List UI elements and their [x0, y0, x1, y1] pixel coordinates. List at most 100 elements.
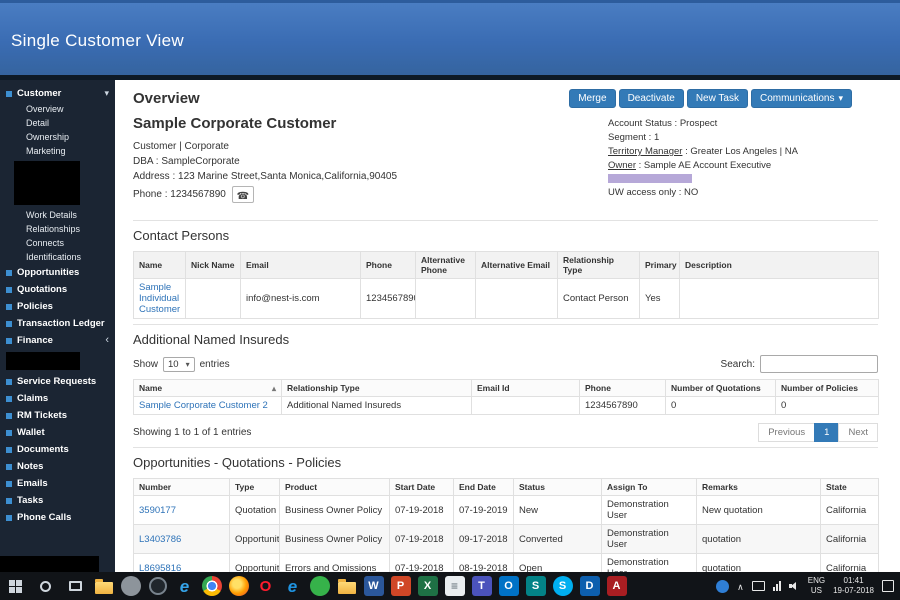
column-header-name[interactable]: Name	[133, 379, 282, 397]
bullet-icon	[6, 463, 12, 470]
call-button[interactable]	[231, 186, 254, 203]
column-header-product[interactable]: Product	[279, 478, 390, 496]
network-icon[interactable]	[772, 581, 781, 591]
sidebar-item-transaction-ledger[interactable]: Transaction Ledger	[0, 315, 115, 332]
column-header-remarks[interactable]: Remarks	[696, 478, 821, 496]
column-header-status[interactable]: Status	[513, 478, 602, 496]
action-center-icon[interactable]	[882, 580, 894, 592]
owner-link[interactable]: Owner	[608, 160, 636, 171]
firefox-icon[interactable]	[225, 572, 252, 600]
word-icon[interactable]: W	[360, 572, 387, 600]
segment: Segment : 1	[608, 132, 660, 143]
sidebar-item-phone-calls[interactable]: Phone Calls	[0, 509, 115, 526]
teams-icon[interactable]: T	[468, 572, 495, 600]
hidden-icons-chevron[interactable]	[737, 577, 744, 595]
skype-icon[interactable]: S	[549, 572, 576, 600]
sidebar-item-tasks[interactable]: Tasks	[0, 492, 115, 509]
onedrive-icon[interactable]: D	[576, 572, 603, 600]
icon-glyph: W	[363, 576, 384, 596]
sidebar-item-documents[interactable]: Documents	[0, 441, 115, 458]
icon-glyph: e	[287, 576, 298, 596]
start-button[interactable]	[0, 572, 30, 600]
sidebar-item-service-requests[interactable]: Service Requests	[0, 373, 115, 390]
icon-glyph: S	[525, 576, 546, 596]
notepad-icon[interactable]: ≡	[441, 572, 468, 600]
cell-number: L8695816	[133, 553, 230, 573]
column-header-relationship-type[interactable]: Relationship Type	[281, 379, 472, 397]
sidebar-item-quotations[interactable]: Quotations	[0, 281, 115, 298]
record-number-link[interactable]: L3403786	[139, 534, 181, 545]
folder-icon[interactable]	[333, 572, 360, 600]
main-content: Overview Merge Deactivate New Task Commu…	[115, 80, 900, 572]
sidebar-item-detail[interactable]: Detail	[0, 116, 115, 130]
task-view-button[interactable]	[60, 572, 90, 600]
previous-page-button[interactable]: Previous	[758, 423, 816, 442]
sidebar-item-ownership[interactable]: Ownership	[0, 130, 115, 144]
powerpoint-icon[interactable]: P	[387, 572, 414, 600]
column-header-end-date[interactable]: End Date	[453, 478, 514, 496]
clock[interactable]: 01:41 19-07-2018	[833, 576, 874, 596]
sidebar-item-marketing[interactable]: Marketing	[0, 144, 115, 158]
search-input[interactable]	[760, 355, 878, 373]
sidebar-item-rm-tickets[interactable]: RM Tickets	[0, 407, 115, 424]
cell-primary: Yes	[639, 278, 680, 319]
search-button[interactable]	[30, 572, 60, 600]
sidebar-item-emails[interactable]: Emails	[0, 475, 115, 492]
named-insured-link[interactable]: Sample Corporate Customer 2	[139, 400, 268, 411]
territory-manager-link[interactable]: Territory Manager	[608, 146, 682, 157]
cell-status: Converted	[513, 524, 602, 554]
opera-icon[interactable]: O	[252, 572, 279, 600]
page-1-button[interactable]: 1	[814, 423, 840, 442]
sidebar-item-work-details[interactable]: Work Details	[0, 208, 115, 222]
new-task-button[interactable]: New Task	[686, 89, 748, 108]
settings-icon[interactable]	[117, 572, 144, 600]
page-size-select[interactable]: 10	[163, 356, 195, 372]
edge-icon[interactable]: e	[279, 572, 306, 600]
language-indicator[interactable]: ENG US	[808, 576, 825, 596]
column-header-number[interactable]: Number	[133, 478, 230, 496]
entries-label: entries	[199, 358, 230, 370]
excel-icon[interactable]: X	[414, 572, 441, 600]
sharepoint-icon[interactable]: S	[522, 572, 549, 600]
chrome-icon[interactable]	[198, 572, 225, 600]
next-page-button[interactable]: Next	[838, 423, 878, 442]
column-header-type[interactable]: Type	[229, 478, 280, 496]
volume-icon[interactable]	[788, 581, 800, 591]
sidebar-item-customer[interactable]: Customer	[0, 85, 115, 102]
media-player-icon[interactable]	[144, 572, 171, 600]
acrobat-icon[interactable]: A	[603, 572, 630, 600]
sidebar-item-policies[interactable]: Policies	[0, 298, 115, 315]
contact-name-link[interactable]: Sample Individual Customer	[139, 282, 180, 315]
sidebar-item-claims[interactable]: Claims	[0, 390, 115, 407]
cell-number: L3403786	[133, 524, 230, 554]
outlook-icon[interactable]: O	[495, 572, 522, 600]
sidebar-item-notes[interactable]: Notes	[0, 458, 115, 475]
sidebar-item-identifications[interactable]: Identifications	[0, 250, 115, 264]
cell-email-id	[471, 396, 580, 415]
sidebar-item-connects[interactable]: Connects	[0, 236, 115, 250]
sidebar-item-relationships[interactable]: Relationships	[0, 222, 115, 236]
internet-explorer-icon[interactable]: e	[171, 572, 198, 600]
record-number-link[interactable]: 3590177	[139, 505, 176, 516]
column-header-email-id[interactable]: Email Id	[471, 379, 580, 397]
column-header-phone[interactable]: Phone	[579, 379, 666, 397]
display-icon[interactable]	[751, 581, 765, 591]
sidebar-item-finance[interactable]: Finance	[0, 332, 115, 349]
record-number-link[interactable]: L8695816	[139, 563, 181, 573]
deactivate-button[interactable]: Deactivate	[618, 89, 684, 108]
column-header-number-of-policies[interactable]: Number of Policies	[775, 379, 879, 397]
sidebar-item-overview[interactable]: Overview	[0, 102, 115, 116]
column-header-start-date[interactable]: Start Date	[389, 478, 454, 496]
column-header-state[interactable]: State	[820, 478, 879, 496]
column-header-number-of-quotations[interactable]: Number of Quotations	[665, 379, 776, 397]
tray-app-icon[interactable]	[716, 579, 730, 593]
file-explorer-icon[interactable]	[90, 572, 117, 600]
sidebar-item-opportunities[interactable]: Opportunities	[0, 264, 115, 281]
column-header-assign-to[interactable]: Assign To	[601, 478, 697, 496]
icon-glyph: A	[606, 576, 627, 596]
communications-button[interactable]: Communications	[750, 89, 852, 108]
cell-assign-to: Demonstration User	[601, 553, 697, 572]
green-app-icon[interactable]	[306, 572, 333, 600]
merge-button[interactable]: Merge	[569, 89, 616, 108]
sidebar-item-wallet[interactable]: Wallet	[0, 424, 115, 441]
